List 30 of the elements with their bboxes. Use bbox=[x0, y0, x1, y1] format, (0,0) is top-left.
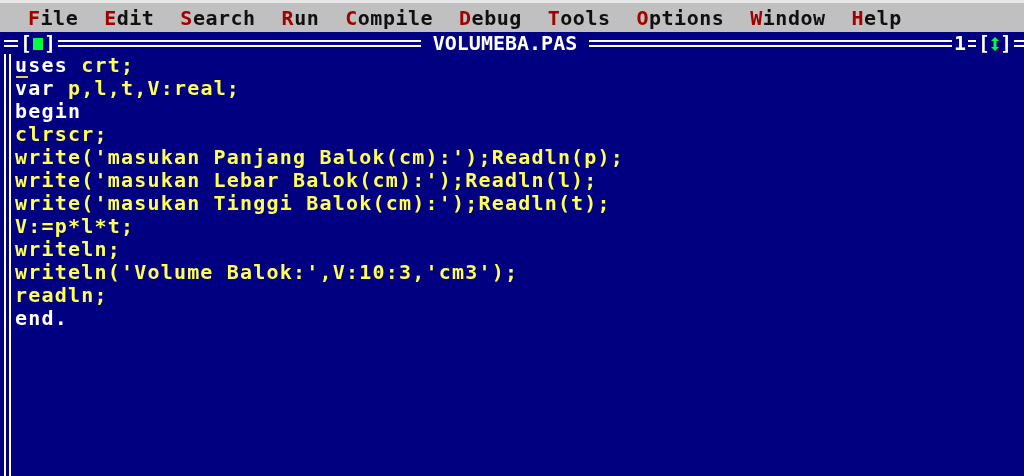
code-line: write('masukan Panjang Balok(cm):');Readln(p); bbox=[15, 147, 625, 168]
code-line: write('masukan Lebar Balok(cm):');Readln(l); bbox=[15, 170, 598, 191]
menu-item[interactable]: Run bbox=[281, 5, 320, 30]
menu-item[interactable]: Options bbox=[636, 5, 725, 30]
code-line: uses crt; bbox=[15, 55, 135, 76]
menu-item[interactable]: File bbox=[28, 5, 79, 30]
menu-item[interactable]: Edit bbox=[104, 5, 155, 30]
code-line: V:=p*l*t; bbox=[15, 216, 135, 237]
menu-item[interactable]: Debug bbox=[459, 5, 522, 30]
close-box[interactable]: [ ] bbox=[18, 31, 59, 55]
code-line: begin bbox=[15, 101, 82, 122]
code-line: writeln('Volume Balok:',V:10:3,'cm3'); bbox=[15, 262, 519, 283]
code-line: var p,l,t,V:real; bbox=[15, 78, 241, 99]
menu-item[interactable]: Tools bbox=[547, 5, 611, 30]
window-title: VOLUMEBA.PAS bbox=[431, 31, 579, 55]
code-line: writeln; bbox=[15, 239, 121, 260]
border-line bbox=[967, 39, 976, 47]
menu-item[interactable]: Search bbox=[180, 5, 256, 30]
text-cursor bbox=[16, 76, 28, 78]
menu-item[interactable]: Window bbox=[750, 5, 826, 30]
zoom-box[interactable]: [ ] bbox=[975, 31, 1014, 55]
code-line: clrscr; bbox=[15, 124, 108, 145]
window-number: 1 bbox=[952, 31, 967, 55]
code-line: end. bbox=[15, 308, 68, 329]
code-line: readln; bbox=[15, 285, 108, 306]
border-line bbox=[4, 39, 18, 47]
border-line bbox=[1014, 39, 1024, 47]
code-line: write('masukan Tinggi Balok(cm):');Readln(t); bbox=[15, 193, 611, 214]
menu-item[interactable]: Help bbox=[851, 5, 902, 30]
menu-item[interactable]: Compile bbox=[345, 5, 434, 30]
